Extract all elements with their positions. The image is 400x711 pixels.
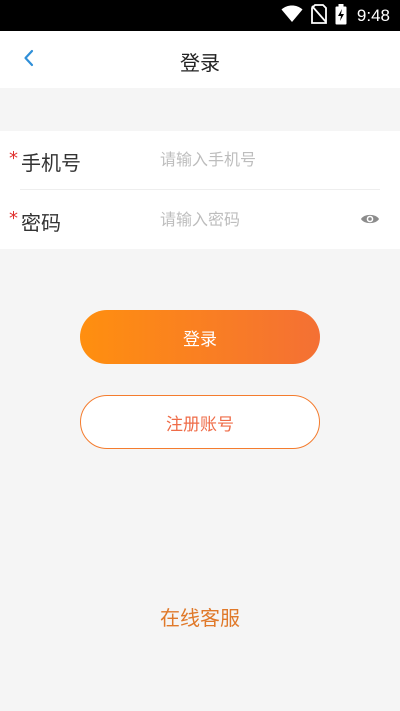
status-icons: 9:48 [281,3,390,29]
phone-label: 手机号 [21,151,81,175]
status-time: 9:48 [356,6,390,25]
password-visibility-toggle[interactable] [358,208,382,232]
status-bar: 9:48 [0,0,400,31]
no-sim-icon [311,4,327,28]
online-support-link[interactable]: 在线客服 [0,602,400,631]
battery-charging-icon [335,3,347,29]
password-row: * 密码 [0,191,400,249]
required-mark: * [9,208,18,229]
phone-row: * 手机号 [0,131,400,190]
login-button[interactable]: 登录 [80,310,320,364]
nav-bar: 登录 [0,31,400,88]
login-form: * 手机号 * 密码 [0,131,400,249]
divider [20,189,380,190]
required-mark: * [9,148,18,169]
eye-icon [360,211,380,230]
register-button[interactable]: 注册账号 [80,395,320,449]
password-label: 密码 [21,211,61,235]
wifi-icon [281,5,303,27]
page-title: 登录 [180,51,220,75]
password-input[interactable] [160,205,350,233]
phone-input[interactable] [160,145,350,173]
